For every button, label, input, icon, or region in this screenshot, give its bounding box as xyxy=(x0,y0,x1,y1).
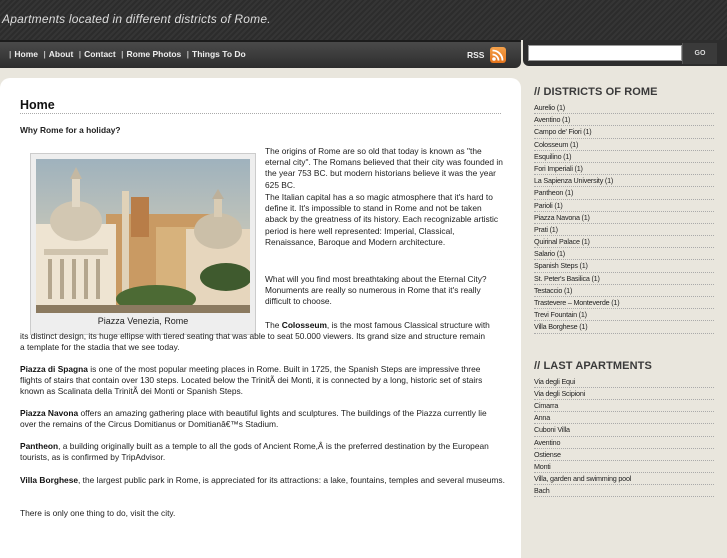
apartment-link[interactable]: Via degli Equi xyxy=(534,376,714,388)
site-header: Apartments located in different district… xyxy=(0,0,727,40)
pantheon-name: Pantheon xyxy=(20,441,59,451)
rss-icon[interactable] xyxy=(490,47,506,63)
subheading: Why Rome for a holiday? xyxy=(20,125,121,135)
district-link[interactable]: Piazza Navona (1) xyxy=(534,212,714,224)
district-link[interactable]: Trevi Fountain (1) xyxy=(534,309,714,322)
nav-home[interactable]: Home xyxy=(14,49,38,59)
search-input[interactable] xyxy=(528,45,682,61)
apartment-link[interactable]: Villa, garden and swimming pool xyxy=(534,473,714,486)
district-link[interactable]: Villa Borghese (1) xyxy=(534,321,714,334)
colosseum-text: , is the most famous Classical structure… xyxy=(20,320,490,353)
nav-separator: | xyxy=(9,49,12,59)
district-link[interactable]: St. Peter's Basilica (1) xyxy=(534,273,714,285)
apartment-link[interactable]: Ostiense xyxy=(534,449,714,461)
colosseum-name: Colosseum xyxy=(281,320,327,330)
apartment-link[interactable]: Via degli Scipioni xyxy=(534,388,714,400)
district-link[interactable]: Pantheon (1) xyxy=(534,187,714,200)
apartment-link[interactable]: Cimarra xyxy=(534,400,714,413)
nav-separator: | xyxy=(186,49,190,59)
pantheon-text: , a building originally built as a templ… xyxy=(20,441,489,463)
main-nav: | Home | About | Contact | Rome Photos | Thin… xyxy=(0,40,521,68)
borghese-name: Villa Borghese xyxy=(20,475,79,485)
apartments-heading: // LAST APARTMENTS xyxy=(534,359,652,372)
search-button[interactable]: GO xyxy=(682,43,717,64)
spagna-text: is one of the most popular meeting place… xyxy=(20,364,483,397)
page-title: Home xyxy=(20,98,55,112)
district-link[interactable]: Quirinal Palace (1) xyxy=(534,236,714,249)
nav-separator: | xyxy=(121,49,124,59)
navona-text: offers an amazing gathering place with b… xyxy=(20,408,487,430)
spagna-name: Piazza di Spagna xyxy=(20,364,88,374)
paragraph-monuments: What will you find most breathtaking abo… xyxy=(265,274,487,307)
apartment-link[interactable]: Monti xyxy=(534,461,714,474)
apartments-list: Via degli Equi Via degli Scipioni Cimarr… xyxy=(534,376,714,498)
paragraph-origins: The origins of Rome are so old that toda… xyxy=(265,146,503,190)
rss-link[interactable]: RSS xyxy=(467,50,484,60)
navona-name: Piazza Navona xyxy=(20,408,79,418)
paragraph-navona: Piazza Navona offers an amazing gatherin… xyxy=(20,408,490,430)
district-link[interactable]: Campo de' Fiori (1) xyxy=(534,126,714,139)
paragraph-colosseum: The Colosseum, is the most famous Classi… xyxy=(20,320,490,354)
apartment-link[interactable]: Bach xyxy=(534,485,714,498)
district-link[interactable]: Fori Imperiali (1) xyxy=(534,163,714,176)
district-link[interactable]: Trastevere – Monteverde (1) xyxy=(534,297,714,310)
nav-contact[interactable]: Contact xyxy=(84,49,116,59)
photo xyxy=(36,159,250,313)
paragraph-borghese: Villa Borghese, the largest public park … xyxy=(20,475,505,486)
apartment-link[interactable]: Anna xyxy=(534,412,714,425)
nav-things-to-do[interactable]: Things To Do xyxy=(192,49,246,59)
nav-separator: | xyxy=(43,49,46,59)
district-link[interactable]: La Sapienza University (1) xyxy=(534,175,714,188)
paragraph-spagna: Piazza di Spagna is one of the most popu… xyxy=(20,364,500,398)
district-link[interactable]: Parioli (1) xyxy=(534,200,714,212)
paragraph-closing: There is only one thing to do, visit the… xyxy=(20,508,176,518)
district-link[interactable]: Prati (1) xyxy=(534,224,714,237)
colosseum-lead: The xyxy=(265,320,282,330)
district-link[interactable]: Salario (1) xyxy=(534,248,714,261)
borghese-text: , the largest public park in Rome, is ap… xyxy=(78,475,505,485)
district-link[interactable]: Colosseum (1) xyxy=(534,139,714,151)
heading-divider xyxy=(20,113,501,114)
district-link[interactable]: Aurelio (1) xyxy=(534,102,714,115)
site-title: Apartments located in different district… xyxy=(2,12,271,26)
photo-frame: Piazza Venezia, Rome xyxy=(30,153,256,335)
districts-list: Aurelio (1) Aventino (1) Campo de' Fiori… xyxy=(534,102,714,334)
districts-heading: // DISTRICTS OF ROME xyxy=(534,86,658,98)
paragraph-pantheon: Pantheon, a building originally built as… xyxy=(20,441,495,463)
main-content: Home Why Rome for a holiday? Piazza Vene… xyxy=(0,78,521,558)
district-link[interactable]: Testaccio (1) xyxy=(534,285,714,297)
nav-separator: | xyxy=(78,49,82,59)
district-link[interactable]: Esquilino (1) xyxy=(534,151,714,163)
apartment-link[interactable]: Cuboni Villa xyxy=(534,424,714,437)
paragraph-atmosphere: The Italian capital has a so magic atmos… xyxy=(265,192,499,247)
district-link[interactable]: Aventino (1) xyxy=(534,114,714,127)
district-link[interactable]: Spanish Steps (1) xyxy=(534,260,714,273)
nav-rome-photos[interactable]: Rome Photos xyxy=(127,49,182,59)
nav-about[interactable]: About xyxy=(49,49,74,59)
apartment-link[interactable]: Aventino xyxy=(534,437,714,449)
sidebar: // DISTRICTS OF ROME Aurelio (1) Aventin… xyxy=(534,86,714,498)
